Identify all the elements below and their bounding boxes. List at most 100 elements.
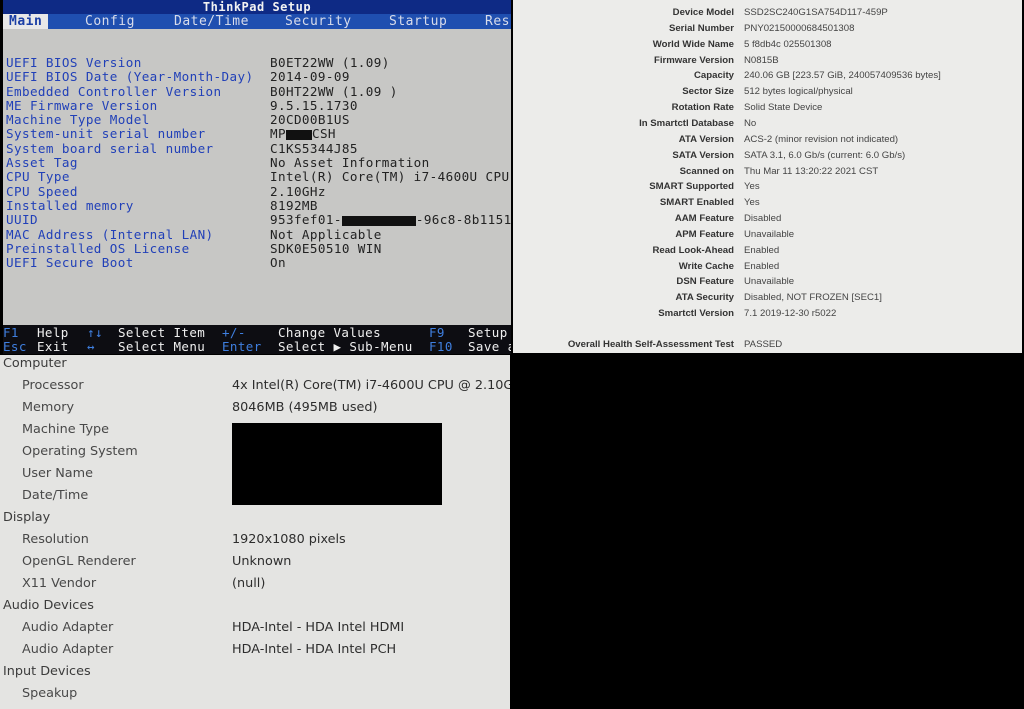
smart-attribute-label: SMART Enabled [659,197,734,209]
smart-attribute-label: In Smartctl Database [639,117,734,129]
smart-attribute-value: Yes [744,197,760,209]
bios-info-label: MAC Address (Internal LAN) [6,226,214,242]
info-row: Processor 4x Intel(R) Core(TM) i7-4600U C… [0,375,510,397]
info-label: X11 Vendor [22,576,97,591]
tab-main[interactable]: Main [3,14,49,29]
section-header-row[interactable]: Computer [0,355,510,375]
bios-info-label: Installed memory [6,197,134,213]
smart-attribute-row: World Wide Name 5 f8db4c 025501308 [513,37,1022,52]
info-value: HDA-Intel - HDA Intel HDMI [232,620,405,635]
section-header-row[interactable]: Input Devices [0,661,510,683]
bios-info-list: UEFI BIOS Version B0ET22WW (1.09) UEFI BIO… [3,55,511,270]
key-f1-action: Help [37,325,69,340]
key-plusminus: +/- [222,325,246,340]
smart-attribute-row: ATA Security Disabled, NOT FROZEN [SEC1] [513,290,1022,305]
bios-info-row[interactable]: UEFI BIOS Date (Year-Month-Day) 2014-09-0… [3,69,511,85]
smart-attribute-row: Serial Number PNY02150000684501308 [513,21,1022,36]
info-row: Audio Adapter HDA-Intel - HDA Intel HDMI [0,617,510,639]
bios-info-row[interactable]: ME Firmware Version 9.5.15.1730 [3,97,511,113]
smart-attribute-value: 5 f8db4c 025501308 [744,38,832,50]
bios-info-row[interactable]: CPU Type Intel(R) Core(TM) i7-4600U CPU [3,169,511,185]
key-leftright-action: Select Menu [118,339,206,354]
smart-attribute-label: AAM Feature [674,213,734,225]
bios-info-value: Intel(R) Core(TM) i7-4600U CPU [270,169,510,185]
key-esc-action: Exit [37,339,69,354]
smart-attribute-label: Smartctl Version [658,308,734,320]
smart-attribute-row: Device Model SSD2SC240G1SA754D117-459P [513,5,1022,20]
smart-attribute-value: Unavailable [744,276,795,288]
bios-info-value: Not Applicable [270,226,382,242]
info-value: Unknown [232,554,292,569]
key-f10: F10 [429,339,453,354]
info-value: (null) [232,576,266,591]
bios-info-value: MP CSH [270,127,336,141]
bios-info-row[interactable]: Embedded Controller Version B0HT22WW (1.0… [3,84,511,99]
smart-attribute-row: Capacity 240.06 GB [223.57 GiB, 240057409… [513,68,1022,83]
smart-attribute-value: Disabled [744,213,782,225]
tab-startup[interactable]: Startup [389,14,447,29]
bios-info-value: 2.10GHz [270,183,326,199]
bios-info-label: ME Firmware Version [6,97,158,113]
smart-attribute-row: Firmware Version N0815B [513,53,1022,68]
bios-info-row[interactable]: MAC Address (Internal LAN) Not Applicable [3,226,511,242]
smart-attribute-value: Enabled [744,260,780,272]
smart-attribute-label: SMART Supported [649,181,734,193]
smart-attribute-label: Serial Number [668,22,734,34]
smart-attribute-label: Rotation Rate [671,102,734,114]
bios-info-row[interactable]: System board serial number C1KS5344J85 [3,140,511,156]
info-value: 4x Intel(R) Core(TM) i7-4600U CPU @ 2.10… [232,378,510,393]
tab-security[interactable]: Security [285,14,352,29]
bios-info-row[interactable]: Installed memory 8192MB [3,197,511,213]
smart-attribute-label: Capacity [694,70,734,82]
tab-restart[interactable]: Res [485,14,510,29]
bios-info-value: 9.5.15.1730 [270,97,358,113]
key-enter-action: Select ▶ Sub-Menu [278,339,413,354]
bios-info-row[interactable]: CPU Speed 2.10GHz [3,183,511,199]
bios-key-legend: F1 Help ↑↓ Select Item +/- Change Values… [3,325,511,354]
section-label: Computer [3,356,67,371]
smart-attribute-label: Scanned on [679,165,734,177]
info-value: 8046MB (495MB used) [232,400,378,415]
system-info-panel: Speakup Input Devices Audio Adapter HDA-Int… [0,355,510,709]
bios-info-label: Machine Type Model [6,112,150,128]
bios-info-row[interactable]: Preinstalled OS License SDK0E50510 WIN [3,240,511,256]
bios-info-row[interactable]: Machine Type Model 20CD00B1US [3,112,511,128]
smart-attribute-row: Smartctl Version 7.1 2019-12-30 r5022 [513,306,1022,321]
key-enter: Enter [222,339,262,354]
key-leftright: ↔ [87,339,95,354]
smart-attribute-value: 7.1 2019-12-30 r5022 [744,308,837,320]
smart-attribute-row: Write Cache Enabled [513,259,1022,274]
smart-attribute-label: APM Feature [675,228,734,240]
smart-attribute-row: SMART Enabled Yes [513,195,1022,210]
section-header-row[interactable]: Display [0,507,510,529]
tab-config[interactable]: Config [85,14,135,29]
smart-attribute-value: PNY02150000684501308 [744,22,855,34]
smart-attribute-row: AAM Feature Disabled [513,211,1022,226]
bios-info-row[interactable]: UEFI BIOS Version B0ET22WW (1.09) [3,55,511,70]
smart-attribute-label: Device Model [672,7,734,18]
section-header-row[interactable]: Audio Devices [0,595,510,617]
info-row: OpenGL Renderer Unknown [0,551,510,573]
info-row: Resolution 1920x1080 pixels [0,529,510,551]
bios-info-row[interactable]: System-unit serial number MP CSH [3,127,511,142]
bios-title: ThinkPad Setup [3,0,511,14]
bios-info-row[interactable]: UEFI Secure Boot On [3,255,511,270]
smart-attribute-value: No [744,117,757,129]
bios-info-row[interactable]: Asset Tag No Asset Information [3,155,511,171]
info-label: Processor [22,378,84,393]
bios-info-row[interactable]: UUID 953fef01- -96c8-8b1151 [3,212,511,228]
bios-info-label: UEFI BIOS Date (Year-Month-Day) [6,69,254,85]
bios-info-label: UUID [6,212,38,228]
bios-info-label: System board serial number [6,140,214,156]
info-value: 1920x1080 pixels [232,532,346,547]
bios-info-label: Asset Tag [6,155,78,171]
smart-attribute-label: ATA Version [678,133,734,145]
key-f9: F9 [429,325,445,340]
key-updown-action: Select Item [118,325,206,340]
bios-info-label: Preinstalled OS License [6,240,190,256]
smart-attribute-value: Solid State Device [744,102,823,114]
tab-date-time[interactable]: Date/Time [174,14,249,29]
bios-info-label: CPU Speed [6,183,78,199]
bios-info-value: No Asset Information [270,155,430,171]
info-row: Memory 8046MB (495MB used) [0,397,510,419]
